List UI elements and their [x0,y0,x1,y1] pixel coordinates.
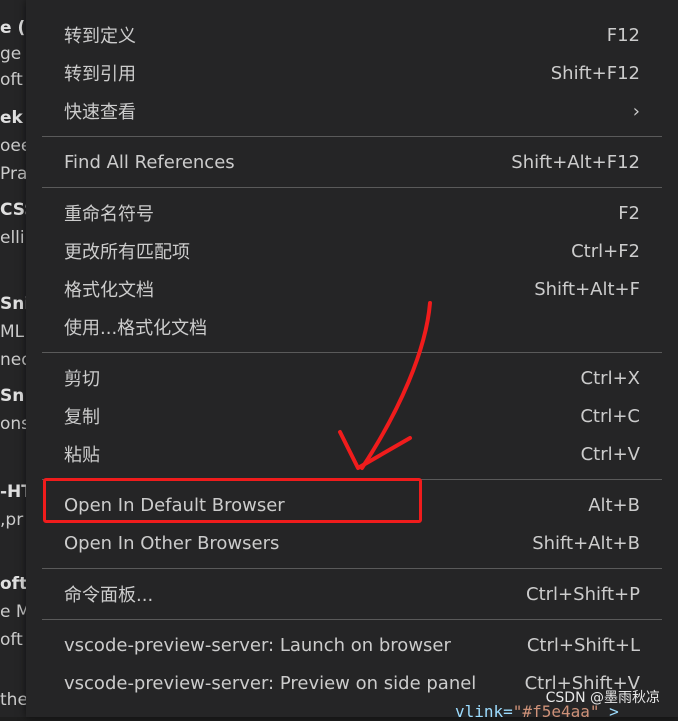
menu-item[interactable]: 复制 Ctrl+C [42,397,662,435]
menu-item-label: 快速查看 [64,102,136,123]
menu-item-shortcut: Ctrl+X [580,367,640,389]
menu-item-label: vscode-preview-server: Preview on side p… [64,672,477,694]
menu-item[interactable]: 命令面板... Ctrl+Shift+P [42,575,662,613]
menu-item[interactable]: Find All References Shift+Alt+F12 [42,143,662,181]
menu-item[interactable]: 更改所有匹配项 Ctrl+F2 [42,232,662,270]
menu-item-label: Open In Other Browsers [64,532,280,554]
menu-item-label: vscode-preview-server: Launch on browser [64,634,451,656]
menu-item-label: 粘贴 [64,445,100,466]
sidebar-text-fragment: ons [0,414,26,434]
menu-separator [42,136,662,137]
extensions-sidebar-fragment: e (S ge oft ek oee Pra CSS elli Sni ML ned Sn ons -HT… [0,0,26,717]
sidebar-text-fragment: Pra [0,164,26,184]
menu-item-label: 剪切 [64,369,100,390]
sidebar-text-fragment: ge [0,44,22,64]
menu-item-shortcut: F12 [606,24,640,46]
menu-item[interactable]: 剪切 Ctrl+X [42,359,662,397]
sidebar-text-fragment: ek [0,108,23,128]
menu-item[interactable]: vscode-preview-server: Launch on browser… [42,626,662,664]
sidebar-text-fragment: CSS [0,200,26,220]
menu-item[interactable]: Open In Other Browsers Shift+Alt+B [42,524,662,562]
menu-item-shortcut: Shift+Alt+B [532,532,640,554]
menu-item-label: 转到引用 [64,64,136,85]
menu-item-label: 更改所有匹配项 [64,242,190,263]
sidebar-text-fragment: Sni [0,294,26,314]
menu-item[interactable]: 使用...格式化文档 [42,308,662,346]
menu-separator [42,619,662,620]
menu-item[interactable]: 快速查看 › [42,92,662,130]
sidebar-text-fragment: oft [0,630,23,650]
menu-item[interactable]: 重命名符号 F2 [42,194,662,232]
sidebar-text-fragment: e (S [0,18,26,38]
chevron-right-icon: › [632,100,640,122]
menu-item-shortcut: Ctrl+Shift+L [526,634,640,656]
menu-item-shortcut: F2 [618,202,640,224]
sidebar-text-fragment: -HT [0,482,26,502]
menu-item[interactable]: 转到定义 F12 [42,16,662,54]
watermark: CSDN @墨雨秋凉 [545,690,660,706]
menu-item[interactable]: 粘贴 Ctrl+V [42,435,662,473]
menu-item-label: 重命名符号 [64,204,154,225]
menu-item-label: 命令面板... [64,585,154,606]
menu-separator [42,187,662,188]
annotation-highlight-box [43,478,422,523]
menu-item-shortcut: Alt+B [588,494,640,516]
sidebar-text-fragment: ,pr [0,510,24,530]
menu-item-shortcut: Shift+Alt+F [534,278,640,300]
menu-separator [42,568,662,569]
menu-item-label: 复制 [64,407,100,428]
menu-separator [42,352,662,353]
sidebar-text-fragment: oee [0,136,26,156]
menu-item-shortcut: Shift+Alt+F12 [511,151,640,173]
sidebar-text-fragment: elli [0,228,25,248]
menu-item-label: Find All References [64,151,235,173]
menu-item-shortcut: Shift+F12 [550,62,640,84]
menu-item-label: 格式化文档 [64,280,154,301]
menu-item-shortcut: Ctrl+F2 [571,240,640,262]
menu-item-shortcut: Ctrl+C [580,405,640,427]
menu-item-label: 使用...格式化文档 [64,318,208,339]
sidebar-text-fragment: ned [0,350,26,370]
sidebar-text-fragment: e M [0,602,26,622]
sidebar-text-fragment: oft [0,70,23,90]
menu-item-label: 转到定义 [64,26,136,47]
menu-item-shortcut: Ctrl+V [580,443,640,465]
sidebar-text-fragment: oft [0,574,26,594]
sidebar-text-fragment: ML [0,322,25,342]
context-menu: 转到定义 F12 转到引用 Shift+F12 快速查看 › Find All Refere… [26,0,678,717]
sidebar-text-fragment: Sn [0,386,25,406]
menu-item[interactable]: 格式化文档 Shift+Alt+F [42,270,662,308]
menu-item-shortcut: Ctrl+Shift+P [526,583,640,605]
menu-item[interactable]: 转到引用 Shift+F12 [42,54,662,92]
code-attribute: vlink= [455,702,513,721]
